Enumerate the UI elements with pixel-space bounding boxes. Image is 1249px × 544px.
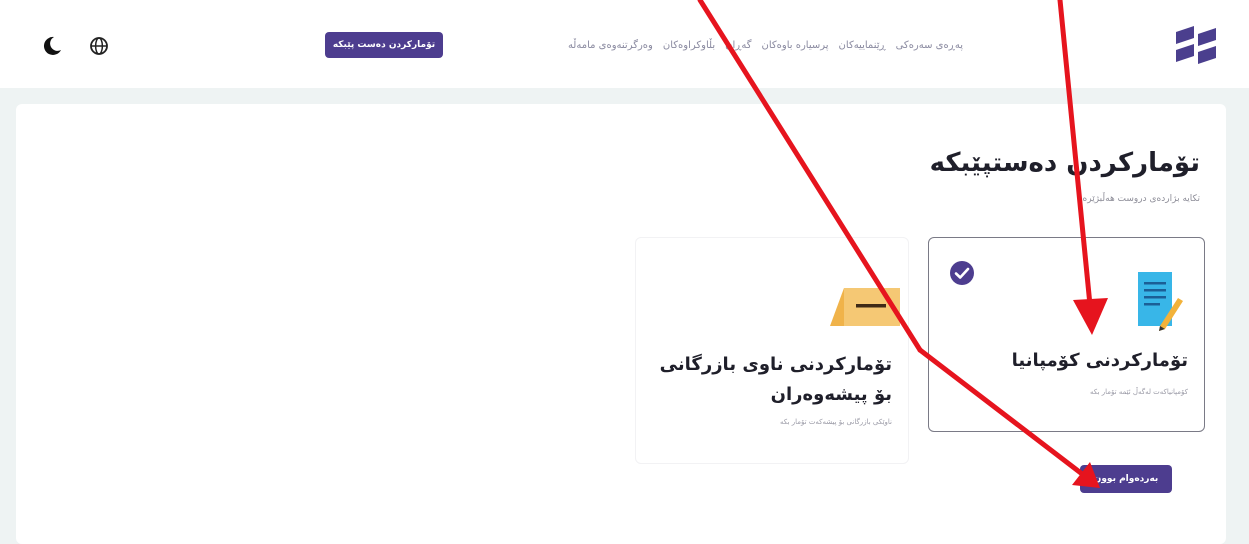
continue-button[interactable]: بەردەوام بوون <box>1080 465 1172 493</box>
company-card-description: کۆمپانیاکەت لەگەڵ ئێمە تۆمار بکە <box>1089 388 1188 396</box>
page-title: تۆمارکردن دەستپێبکە <box>929 148 1200 178</box>
dark-mode-icon[interactable] <box>39 33 65 59</box>
trade-name-card-title: تۆمارکردنی ناوی بازرگانی بۆ پیشەوەران <box>659 354 892 405</box>
nav-guides[interactable]: ڕێنماییەکان <box>839 37 886 55</box>
nav-transaction-receipt[interactable]: وەرگرتنەوەی مامەڵە <box>568 37 653 55</box>
logo-icon[interactable] <box>1172 24 1218 70</box>
nav-publications[interactable]: بڵاوکراوەکان <box>663 37 715 55</box>
nav-search[interactable]: گەڕان <box>725 37 751 55</box>
document-pencil-icon <box>1138 272 1183 331</box>
start-registration-button[interactable]: تۆمارکردن دەست پێبکە <box>325 32 443 58</box>
page-subtitle: تکایە بژاردەی دروست هەڵبژێرە <box>1082 194 1200 204</box>
company-card-title: تۆمارکردنی کۆمپانیا <box>1011 350 1188 371</box>
tent-icon <box>830 288 900 326</box>
registration-panel: تۆمارکردن دەستپێبکە تکایە بژاردەی دروست … <box>16 104 1226 544</box>
nav-home[interactable]: پەڕەی سەرەکی <box>896 37 963 55</box>
check-circle-icon <box>950 261 974 285</box>
nav-faq[interactable]: پرسیارە باوەکان <box>762 37 829 55</box>
trade-name-card-description: ناوێکی بازرگانی بۆ پیشەکەت تۆمار بکە <box>779 418 892 426</box>
top-bar: پەڕەی سەرەکی ڕێنماییەکان پرسیارە باوەکان… <box>0 0 1249 88</box>
company-registration-card[interactable]: تۆمارکردنی کۆمپانیا کۆمپانیاکەت لەگەڵ ئێ… <box>928 237 1205 432</box>
trade-name-card[interactable]: تۆمارکردنی ناوی بازرگانی بۆ پیشەوەران نا… <box>635 237 909 464</box>
globe-icon[interactable] <box>86 33 112 59</box>
main-nav: پەڕەی سەرەکی ڕێنماییەکان پرسیارە باوەکان… <box>568 37 963 55</box>
